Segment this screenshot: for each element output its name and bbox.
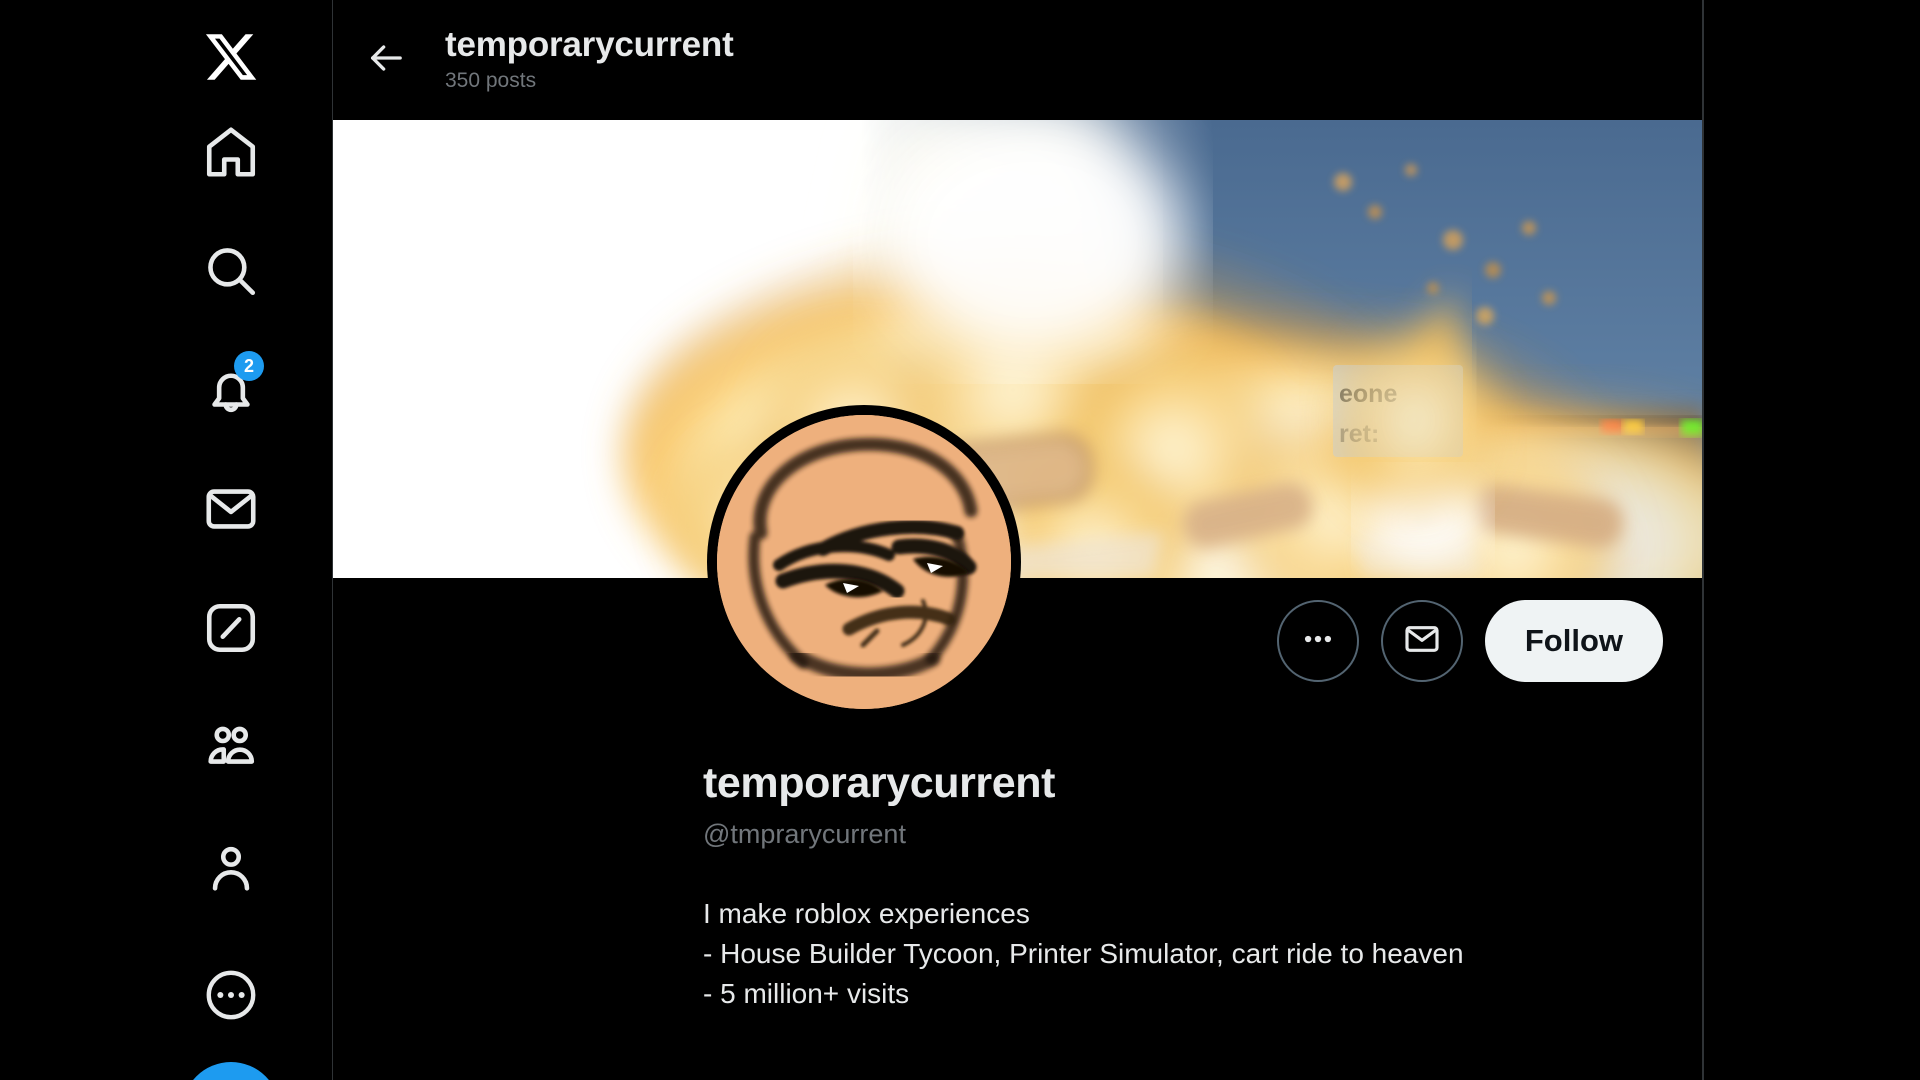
primary-navigation: 2 (0, 0, 333, 1080)
bio-line: - 5 million+ visits (703, 977, 910, 1009)
notifications-badge: 2 (234, 351, 264, 381)
profile-info: temporarycurrent @tmprarycurrent I make … (703, 759, 1920, 1014)
sidebar-item-search[interactable] (196, 236, 266, 306)
banner-image: eone ret: (333, 120, 1703, 578)
sidebar-item-grok[interactable] (196, 593, 266, 663)
sidebar-item-profile[interactable] (196, 833, 266, 903)
communities-icon (202, 719, 260, 777)
post-count-label: 350 posts (445, 69, 537, 93)
bio-line: I make roblox experiences (703, 898, 1030, 930)
profile-header-bar: temporarycurrent 350 posts (333, 0, 1703, 120)
sidebar-item-more[interactable] (196, 960, 266, 1030)
grok-icon (202, 599, 260, 657)
main-column-divider (1702, 0, 1704, 1080)
envelope-icon (202, 480, 260, 538)
profile-display-name: temporarycurrent (703, 759, 1056, 807)
home-icon (202, 123, 260, 181)
back-button[interactable] (355, 29, 417, 91)
x-profile-page: 2 temporarycurrent 350 posts Follow temp… (0, 0, 1920, 1080)
search-icon (202, 242, 260, 300)
more-icon (202, 966, 260, 1024)
profile-icon (202, 839, 260, 897)
profile-bio: I make roblox experiences - House Builde… (703, 894, 1920, 1013)
profile-action-bar: Follow (1276, 600, 1663, 682)
sidebar-item-notifications[interactable]: 2 (196, 351, 266, 425)
avatar-image (717, 415, 1011, 709)
profile-main-column: temporarycurrent 350 posts Follow tempor… (333, 0, 1703, 1080)
profile-more-button[interactable] (1276, 600, 1359, 682)
profile-avatar[interactable] (707, 405, 1021, 719)
profile-banner[interactable]: eone ret: (333, 120, 1703, 578)
header-titles: temporarycurrent 350 posts (445, 25, 734, 95)
compose-post-button[interactable] (182, 1062, 280, 1080)
arrow-left-icon (366, 38, 406, 83)
send-message-button[interactable] (1380, 600, 1463, 682)
x-logo-icon (203, 29, 259, 85)
follow-button[interactable]: Follow (1484, 600, 1663, 682)
sidebar-item-communities[interactable] (196, 713, 266, 783)
ellipsis-icon (1300, 621, 1336, 662)
envelope-icon (1402, 619, 1442, 664)
page-title: temporarycurrent (445, 25, 734, 65)
sidebar-item-messages[interactable] (196, 474, 266, 544)
bio-line: - House Builder Tycoon, Printer Simulato… (703, 938, 1464, 970)
x-logo-button[interactable] (196, 22, 266, 92)
sidebar-item-home[interactable] (196, 117, 266, 187)
profile-handle: @tmprarycurrent (703, 819, 906, 850)
